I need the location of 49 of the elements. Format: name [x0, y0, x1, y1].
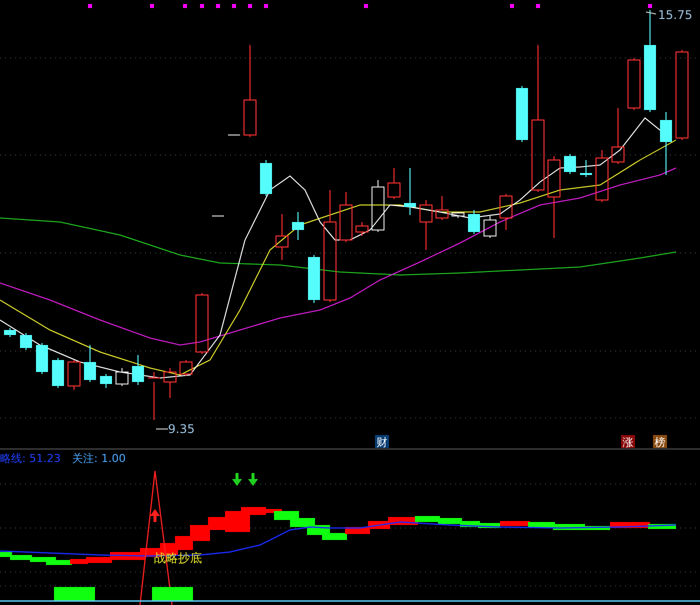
candlestick — [388, 168, 400, 200]
up-arrow-icon — [150, 509, 160, 522]
candlestick — [308, 254, 320, 304]
candlestick — [452, 212, 464, 218]
candlestick — [228, 134, 240, 136]
legend-value: 略线: 51.23 — [0, 452, 61, 465]
candlestick — [180, 360, 192, 376]
candlestick — [564, 154, 576, 174]
legend-value: 关注: 1.00 — [72, 452, 126, 465]
candlestick — [436, 196, 448, 220]
candlestick — [484, 216, 496, 238]
candlestick — [516, 86, 528, 142]
candlestick — [212, 216, 224, 218]
marker-badge[interactable]: 财 — [375, 435, 389, 449]
signal-bar — [152, 587, 193, 601]
candlestick — [292, 212, 304, 240]
candlestick — [84, 344, 96, 382]
candlestick — [52, 358, 64, 388]
candlestick — [500, 194, 512, 230]
down-arrow-icon — [232, 473, 242, 486]
candlestick — [148, 372, 160, 420]
candlestick — [420, 200, 432, 250]
candlestick — [404, 168, 416, 216]
candlestick — [100, 374, 112, 388]
candlestick — [132, 354, 144, 386]
candlestick — [260, 160, 272, 196]
candlestick — [164, 368, 176, 398]
marker-badge[interactable]: 涨 — [621, 435, 635, 449]
marker-badge[interactable]: 榜 — [653, 435, 667, 449]
candlestick — [612, 108, 624, 164]
candlestick — [116, 368, 128, 386]
down-arrow-icon — [248, 473, 258, 486]
signal-bar — [54, 587, 95, 601]
low-price-label: 9.35 — [156, 422, 195, 436]
candlestick — [276, 214, 288, 260]
candlestick — [68, 360, 80, 390]
candlestick — [340, 192, 352, 242]
candlestick — [356, 222, 368, 236]
candlestick — [196, 292, 208, 354]
candlestick — [36, 342, 48, 374]
candlestick — [20, 332, 32, 350]
candlestick — [580, 160, 592, 178]
candlestick — [596, 150, 608, 202]
candlestick — [628, 58, 640, 110]
candlestick — [660, 112, 672, 176]
candlestick — [468, 210, 480, 234]
high-price-label: 15.75 — [646, 8, 692, 22]
candlestick — [372, 180, 384, 232]
candlestick — [4, 328, 16, 338]
